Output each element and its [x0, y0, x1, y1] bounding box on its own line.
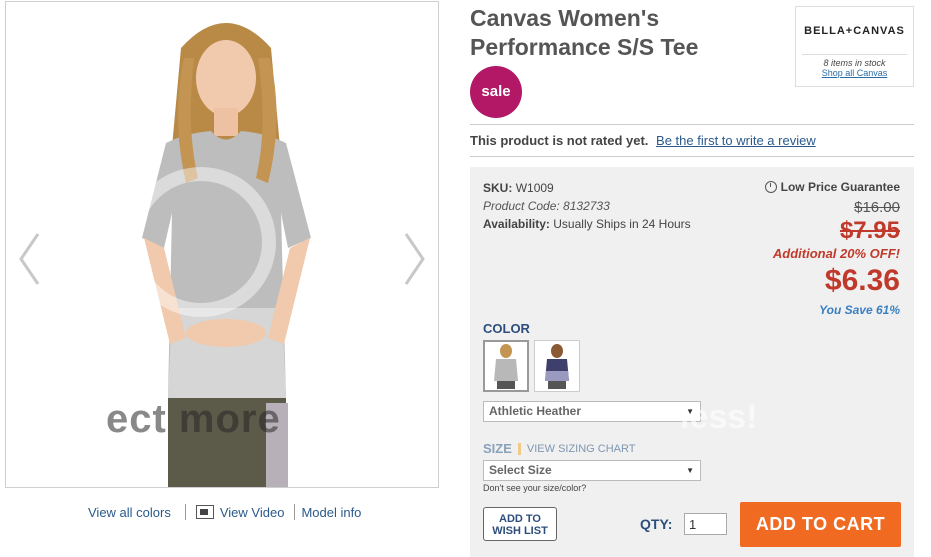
- sku-label: SKU:: [483, 181, 513, 195]
- size-select[interactable]: Select Size ▼: [483, 460, 701, 481]
- rating-row: This product is not rated yet. Be the fi…: [470, 124, 914, 157]
- wish-list-label-line1: ADD TO: [499, 513, 541, 525]
- divider: [517, 442, 521, 455]
- guarantee-label: Low Price Guarantee: [780, 180, 900, 194]
- swatch-thumbnail-icon: [494, 344, 518, 389]
- availability-label: Availability:: [483, 217, 550, 231]
- stock-count: 8 items in stock: [823, 58, 886, 68]
- product-title: Canvas Women's Performance S/S Tee: [470, 5, 699, 60]
- divider: [294, 504, 296, 520]
- chevron-down-icon: ▼: [686, 466, 694, 475]
- size-label-row: SIZE VIEW SIZING CHART: [483, 441, 636, 456]
- original-price: $16.00: [854, 199, 900, 216]
- quantity-label: QTY:: [640, 516, 673, 532]
- brand-logo[interactable]: BELLA+CANVAS: [796, 25, 913, 37]
- sale-price: $7.95: [839, 217, 900, 244]
- color-select-value: Athletic Heather: [489, 404, 582, 418]
- view-all-colors-link[interactable]: View all colors: [88, 505, 171, 520]
- write-review-link[interactable]: Be the first to write a review: [656, 133, 816, 148]
- color-select[interactable]: Athletic Heather ▼: [483, 401, 701, 422]
- watermark-text: ect more: [106, 397, 281, 441]
- wish-list-label-line2: WISH LIST: [492, 525, 548, 537]
- panel-watermark-text: less!: [680, 398, 758, 436]
- sizing-chart-link[interactable]: VIEW SIZING CHART: [527, 443, 636, 455]
- model-info-link[interactable]: Model info: [301, 505, 361, 520]
- divider: [802, 54, 907, 55]
- shop-all-brand-link[interactable]: Shop all Canvas: [796, 68, 913, 78]
- next-image-arrow-icon[interactable]: [404, 232, 426, 286]
- availability: Availability: Usually Ships in 24 Hours: [483, 217, 691, 231]
- watermark-circle: [126, 167, 276, 317]
- product-code: Product Code: 8132733: [483, 199, 610, 213]
- size-help-link[interactable]: Don't see your size/color?: [483, 483, 586, 493]
- divider: [184, 504, 186, 520]
- color-swatch-navy-heather[interactable]: [534, 340, 580, 392]
- purchase-panel: SKU: W1009 Product Code: 8132733 Availab…: [470, 167, 914, 557]
- color-label: COLOR: [483, 321, 530, 336]
- rating-status: This product is not rated yet.: [470, 133, 649, 148]
- brand-box: BELLA+CANVAS 8 items in stock Shop all C…: [795, 6, 914, 87]
- final-price: $6.36: [824, 264, 900, 297]
- clock-icon: [764, 181, 777, 193]
- swatch-thumbnail-icon: [545, 344, 569, 389]
- product-image[interactable]: photobucket ect more: [5, 1, 439, 488]
- sale-badge: sale: [470, 66, 522, 118]
- video-camera-icon[interactable]: [195, 505, 214, 519]
- color-swatch-athletic-heather[interactable]: [483, 340, 529, 392]
- size-label: SIZE: [483, 441, 512, 456]
- sku-value: W1009: [515, 181, 554, 195]
- add-to-wish-list-button[interactable]: ADD TO WISH LIST: [483, 507, 557, 541]
- extra-discount: Additional 20% OFF!: [772, 246, 900, 261]
- you-save: You Save 61%: [819, 303, 900, 317]
- availability-value: Usually Ships in 24 Hours: [553, 217, 691, 231]
- view-video-link[interactable]: View Video: [220, 505, 285, 520]
- sku: SKU: W1009: [483, 181, 554, 195]
- prev-image-arrow-icon[interactable]: [18, 232, 40, 286]
- add-to-cart-button[interactable]: ADD TO CART: [740, 502, 901, 547]
- image-links: View all colors View Video Model info: [88, 503, 361, 521]
- low-price-guarantee[interactable]: Low Price Guarantee: [764, 180, 900, 194]
- quantity-input[interactable]: [684, 513, 727, 535]
- size-select-placeholder: Select Size: [489, 463, 552, 477]
